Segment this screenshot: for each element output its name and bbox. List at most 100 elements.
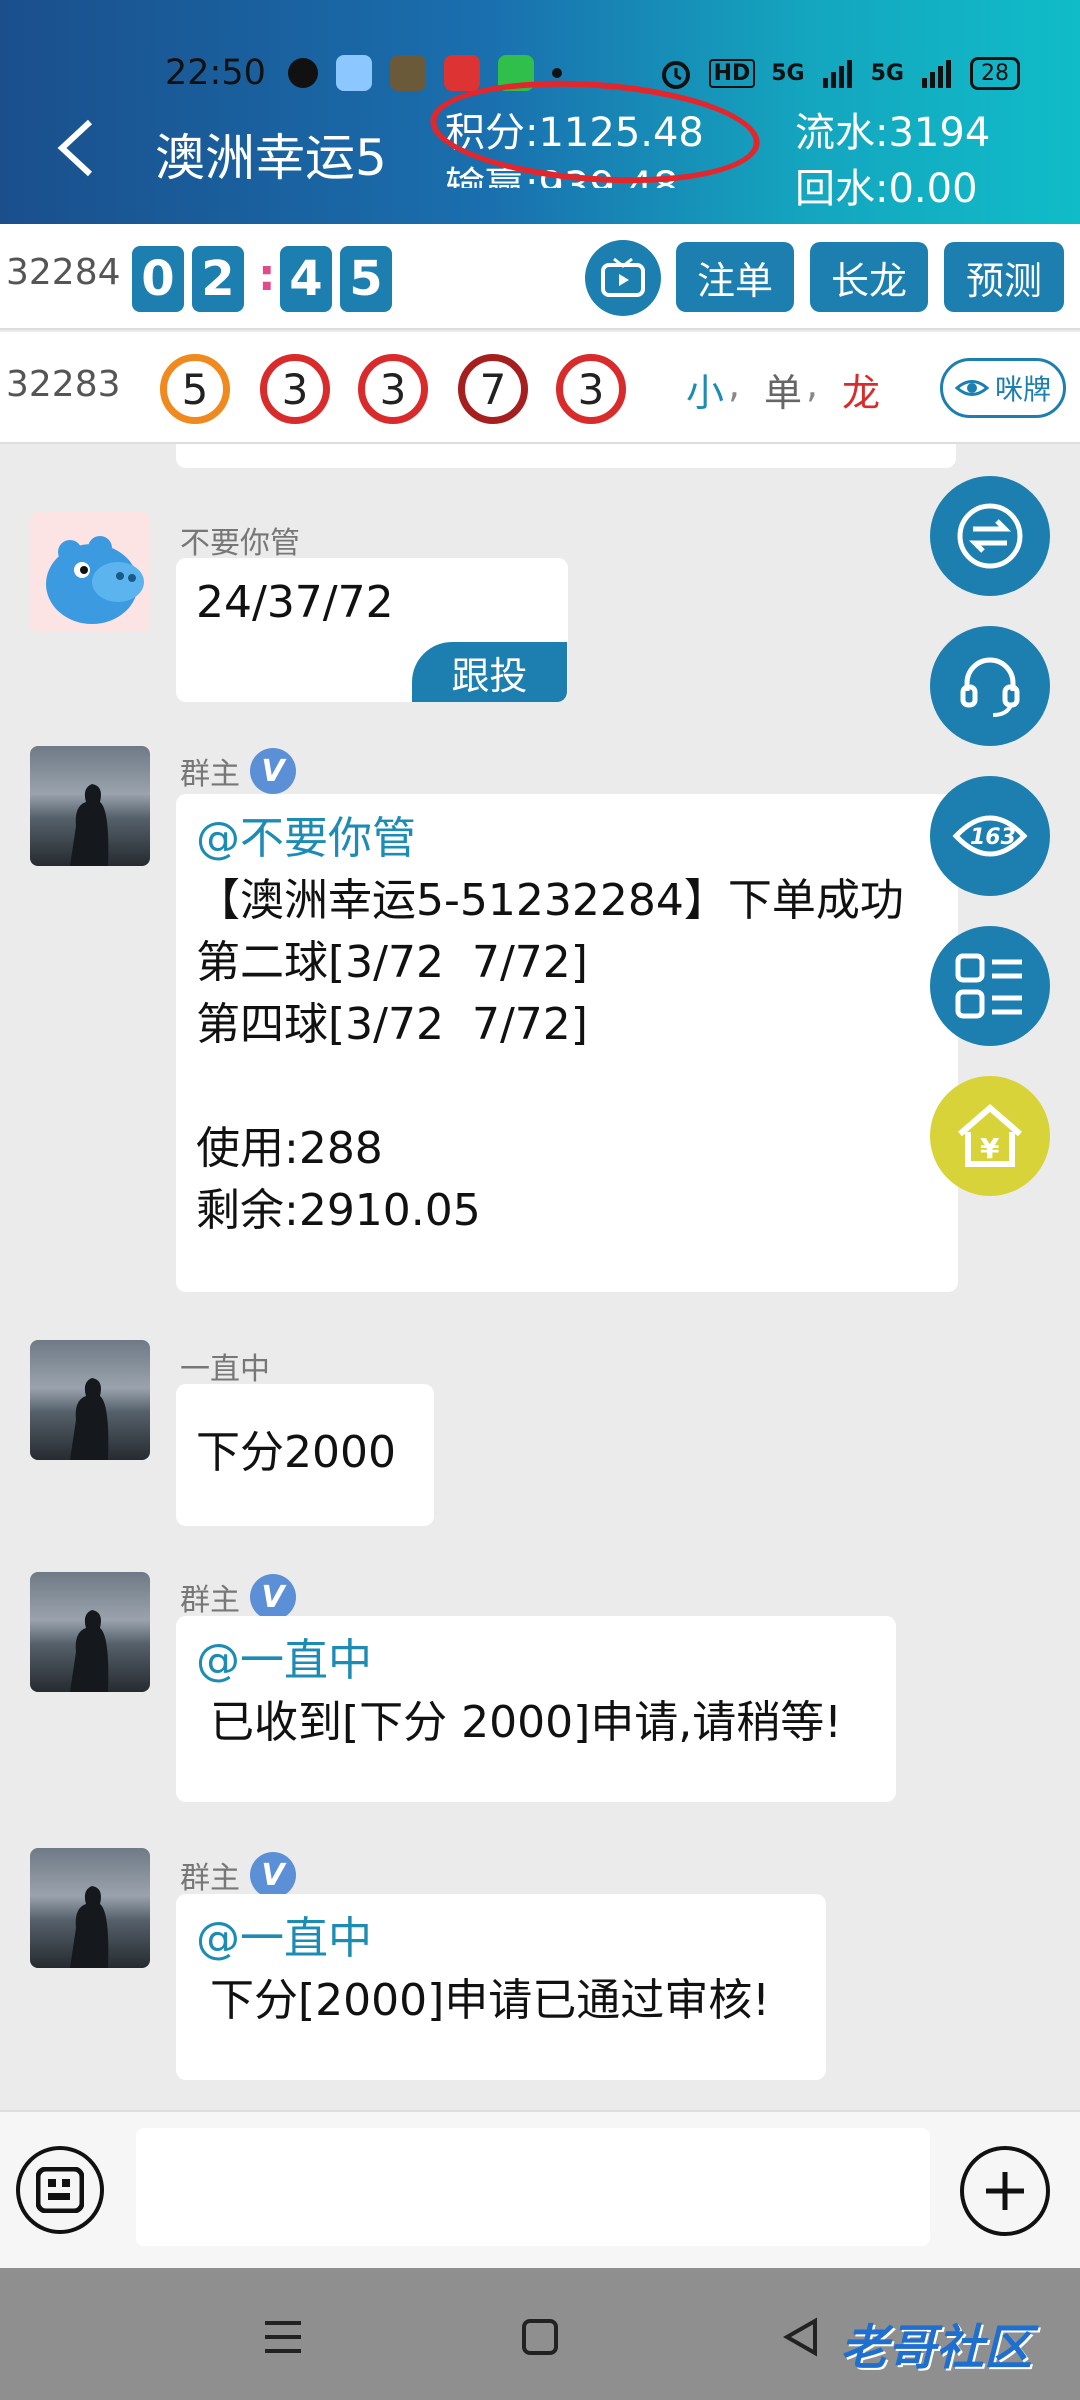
header: 22:50 HD 5G 5G 28 澳洲幸运5 积分:1125.48 输赢:93…	[0, 0, 1080, 224]
switch-button[interactable]	[930, 476, 1050, 596]
nav-back-button[interactable]	[776, 2312, 826, 2362]
mipai-label: 咪牌	[994, 373, 1051, 406]
message-text: 【澳洲幸运5-51232284】下单成功 第二球[3/72 7/72] 第四球[…	[196, 875, 904, 1236]
avatar[interactable]	[30, 746, 150, 866]
silhouette-photo-icon	[70, 1378, 109, 1460]
verified-badge-icon: V	[250, 1852, 296, 1898]
message-text: 24/37/72	[196, 577, 394, 628]
battery-icon: 28	[970, 56, 1020, 90]
mention-text: @不要你管	[196, 813, 416, 864]
avatar[interactable]	[30, 1848, 150, 1968]
status-time: 22:50	[165, 53, 266, 93]
keyboard-toggle-button[interactable]	[16, 2146, 104, 2234]
menu-list-button[interactable]	[930, 926, 1050, 1046]
countdown-digit: 2	[192, 246, 244, 312]
long-dragon-button[interactable]: 长龙	[810, 242, 928, 312]
message-text: 下分2000	[196, 1427, 396, 1478]
follow-bet-button[interactable]: 跟投	[412, 642, 567, 702]
square-icon	[522, 2319, 558, 2355]
mention-text: @一直中	[196, 1913, 372, 1964]
avatar[interactable]	[30, 1340, 150, 1460]
system-nav-bar: 老哥社区	[0, 2268, 1080, 2400]
message-bubble: @不要你管【澳洲幸运5-51232284】下单成功 第二球[3/72 7/72]…	[176, 794, 958, 1292]
result-ball: 5	[160, 354, 230, 424]
weather-icon	[335, 55, 372, 91]
turnover-value: 流水:3194	[795, 110, 991, 156]
sender-name: 群主	[180, 757, 240, 792]
net163-icon: 163	[952, 815, 1028, 857]
net163-button[interactable]: 163	[930, 776, 1050, 896]
cartoon-hippo-icon	[46, 536, 144, 624]
result-size: 小	[686, 371, 725, 415]
signal-5g-2-icon: 5G	[870, 60, 904, 86]
dot-icon	[551, 68, 562, 78]
swap-arrows-icon	[957, 503, 1023, 569]
sender-name: 群主	[180, 1861, 240, 1896]
triangle-back-icon	[782, 2317, 817, 2357]
silhouette-photo-icon	[70, 784, 109, 866]
rebate-value: 回水:0.00	[795, 166, 978, 212]
countdown-colon: :	[258, 250, 276, 301]
message-bubble: @一直中 已收到[下分 2000]申请,请稍等!	[176, 1616, 896, 1802]
live-tv-button[interactable]	[585, 240, 661, 316]
headset-icon	[960, 657, 1020, 717]
net163-label: 163	[970, 825, 1016, 850]
last-result-bar: 32283 5 3 3 7 3 小 , 单 , 龙 咪牌	[0, 332, 1080, 444]
result-separator: ,	[728, 362, 741, 406]
signal-bars-icon	[822, 60, 852, 88]
signal-bars-2-icon	[922, 60, 951, 88]
bet-record-button[interactable]: 注单	[676, 242, 794, 312]
result-ball: 3	[556, 354, 626, 424]
result-separator: ,	[806, 362, 819, 406]
nav-home-button[interactable]	[515, 2312, 565, 2362]
silhouette-photo-icon	[70, 1610, 109, 1692]
result-parity: 单	[764, 371, 803, 415]
menu-icon	[265, 2321, 301, 2353]
result-dragon: 龙	[842, 371, 881, 415]
message-bubble: @一直中 下分[2000]申请已通过审核!	[176, 1894, 826, 2080]
eye-icon	[954, 380, 989, 396]
wechat-icon	[287, 58, 318, 88]
previous-message-bubble	[176, 444, 956, 468]
nav-menu-button[interactable]	[258, 2312, 308, 2362]
sender-name: 群主	[180, 1583, 240, 1618]
sender-name: 不要你管	[180, 526, 300, 561]
predict-button[interactable]: 预测	[944, 242, 1064, 312]
sender-name-row: 群主 V	[180, 1852, 296, 1898]
countdown-digit: 4	[280, 246, 332, 312]
sender-name-row: 群主 V	[180, 1574, 296, 1620]
result-ball: 3	[358, 354, 428, 424]
customer-service-button[interactable]	[930, 626, 1050, 746]
mipai-button[interactable]: 咪牌	[940, 358, 1066, 418]
list-grid-icon	[955, 953, 1022, 1019]
yen-label: ¥	[980, 1132, 1000, 1165]
home-yen-icon: ¥	[958, 1104, 1022, 1167]
hd-icon: HD	[708, 58, 756, 88]
countdown-digit: 5	[340, 246, 392, 312]
result-ball: 7	[458, 354, 528, 424]
silhouette-photo-icon	[70, 1886, 109, 1968]
message-text: 下分[2000]申请已通过审核!	[196, 1975, 770, 2026]
mention-text: @一直中	[196, 1635, 372, 1686]
avatar[interactable]	[30, 1572, 150, 1692]
tv-icon	[601, 257, 645, 297]
alarm-icon	[661, 61, 690, 89]
browser-app-icon	[443, 55, 480, 91]
current-issue-number: 32284	[6, 252, 121, 293]
back-arrow-icon[interactable]	[52, 118, 98, 178]
plus-icon	[986, 2172, 1024, 2210]
message-input[interactable]	[136, 2128, 930, 2246]
status-right: HD 5G 5G 28	[659, 56, 1020, 90]
sender-name-row: 群主 V	[180, 748, 296, 794]
message-text: 已收到[下分 2000]申请,请稍等!	[196, 1697, 842, 1748]
page-title: 澳洲幸运5	[155, 129, 387, 187]
home-button[interactable]: ¥	[930, 1076, 1050, 1196]
countdown-digit: 0	[132, 246, 184, 312]
message-bubble: 下分2000	[176, 1384, 434, 1526]
game-app-icon	[389, 55, 426, 91]
keyboard-icon	[36, 2167, 84, 2213]
verified-badge-icon: V	[250, 1574, 296, 1620]
sender-name: 一直中	[180, 1352, 270, 1387]
add-attachment-button[interactable]	[960, 2146, 1050, 2236]
avatar[interactable]	[30, 512, 150, 632]
